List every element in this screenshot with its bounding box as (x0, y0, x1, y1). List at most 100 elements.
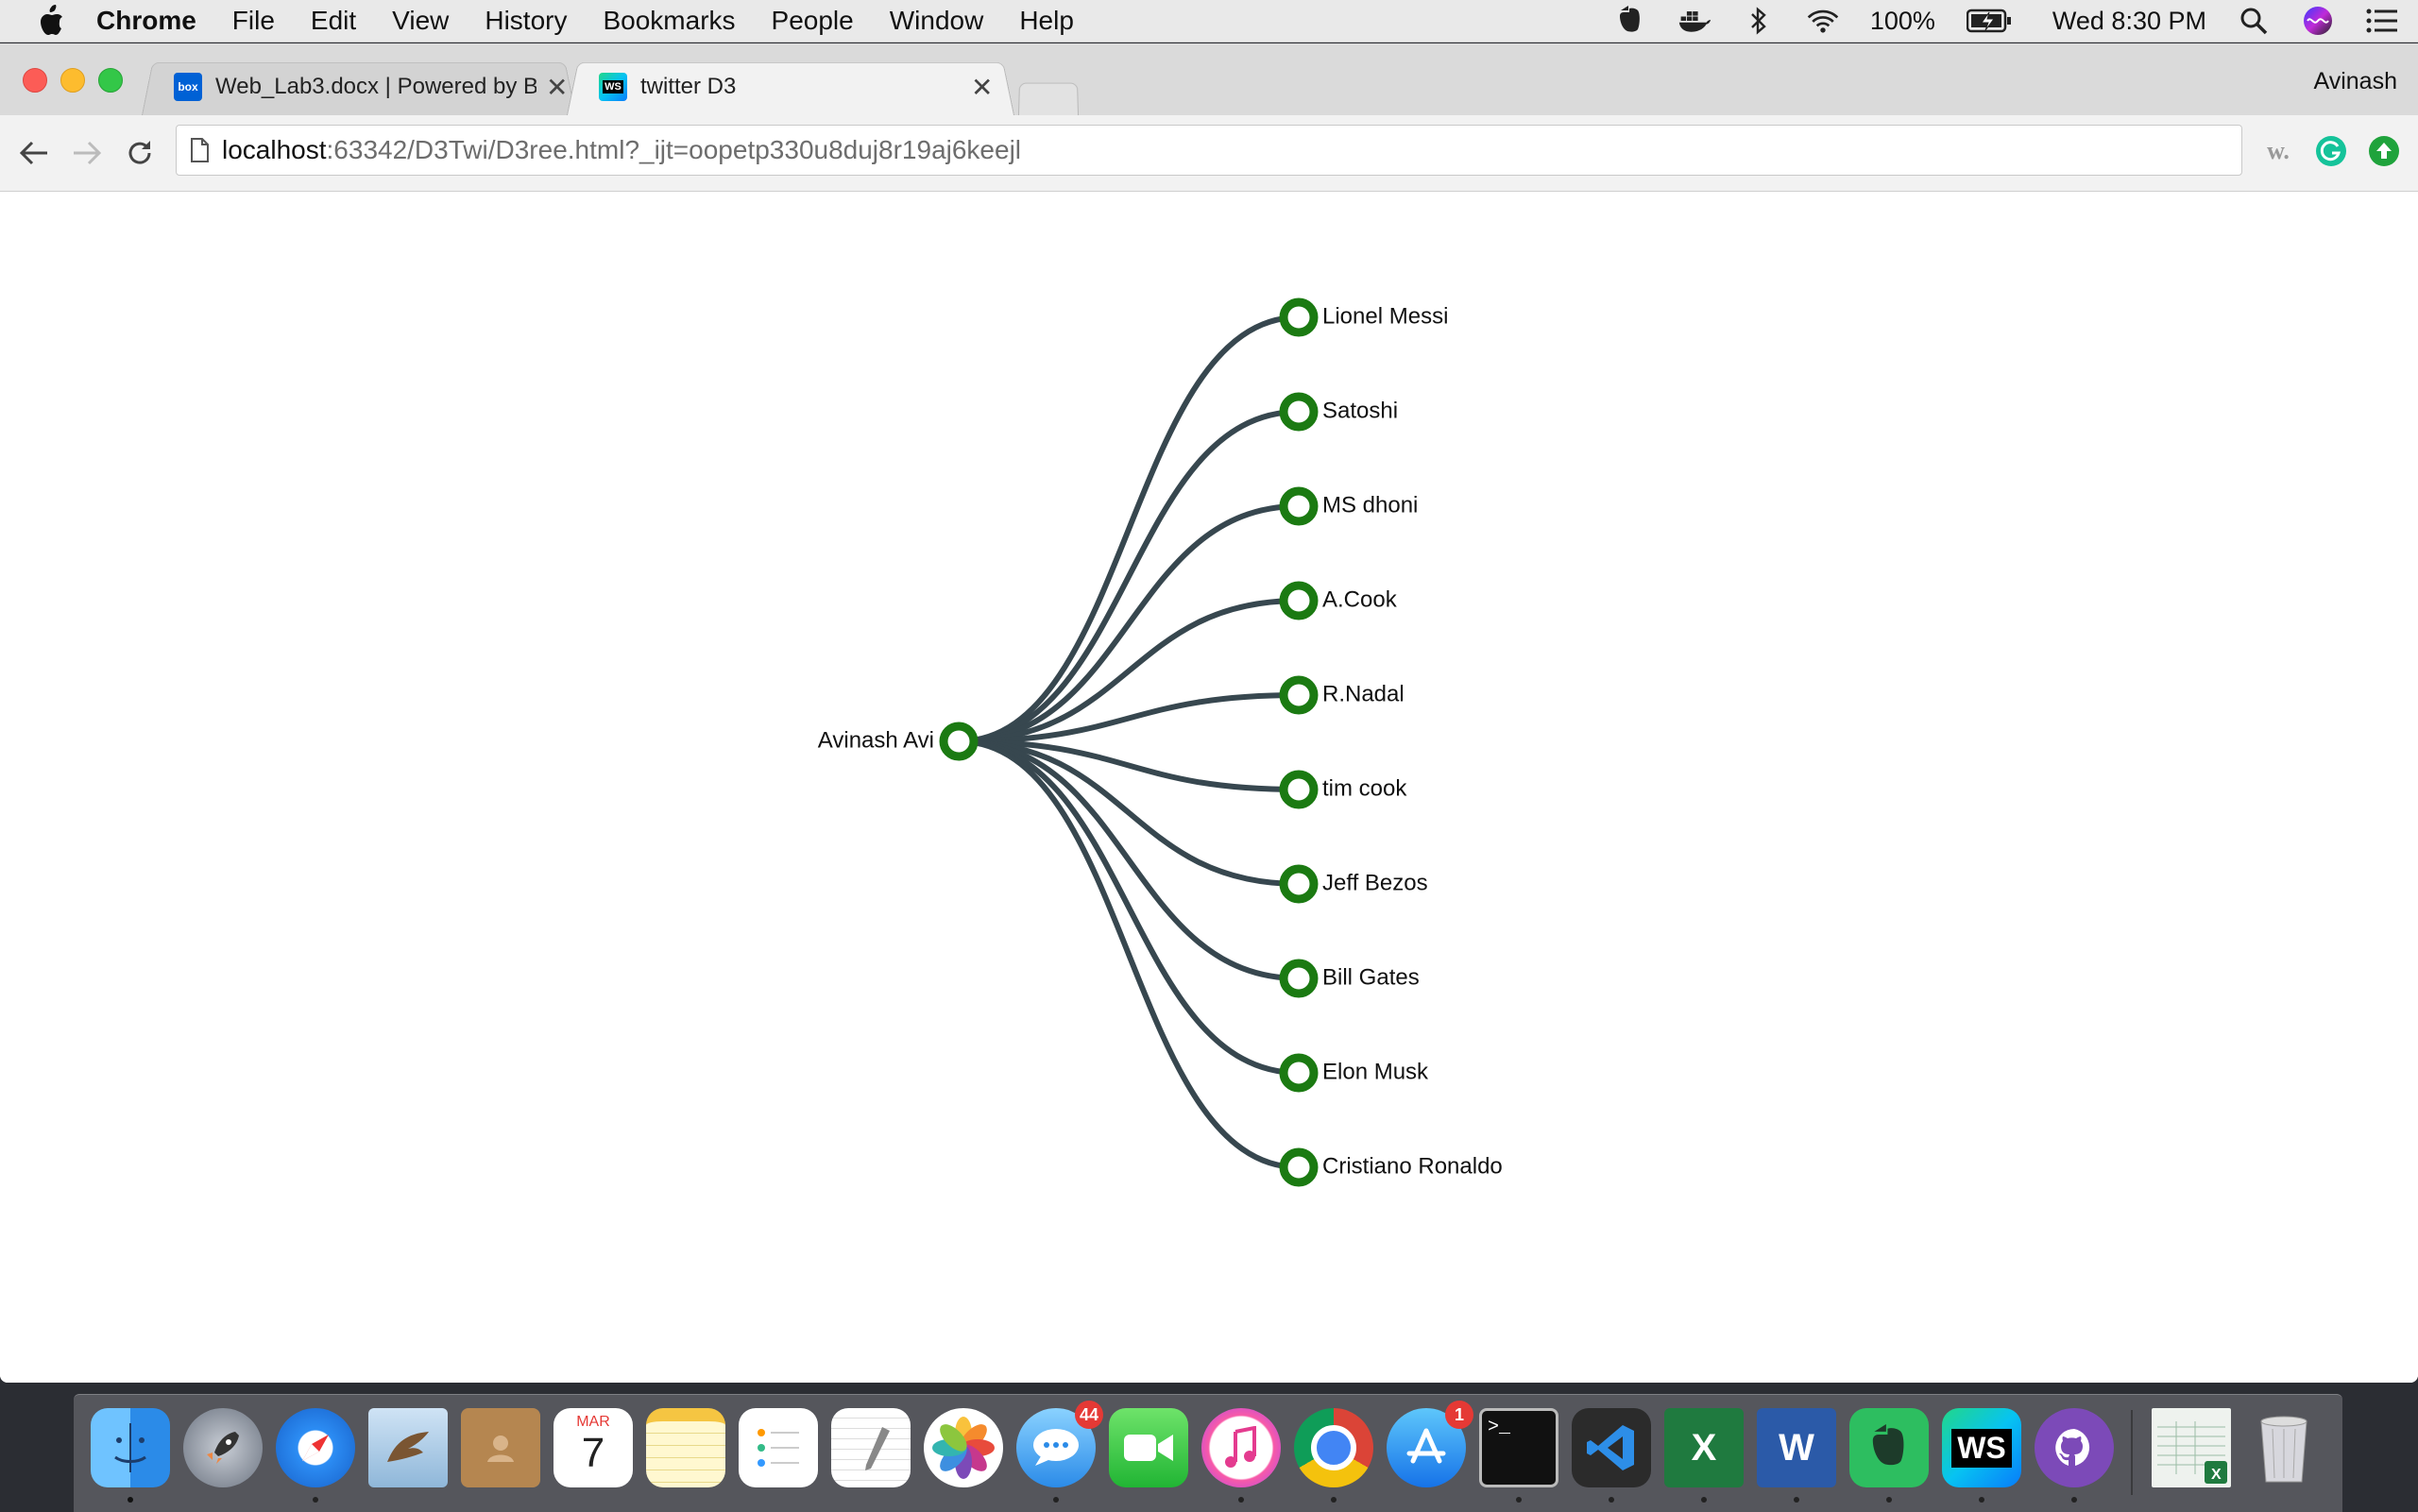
close-window-button[interactable] (23, 68, 47, 93)
node-label: Satoshi (1322, 398, 1398, 423)
menu-people[interactable]: People (772, 6, 854, 36)
apple-menu-icon[interactable] (32, 2, 70, 40)
browser-toolbar: localhost:63342/D3Twi/D3ree.html?_ijt=oo… (0, 115, 2418, 192)
clock[interactable]: Wed 8:30 PM (2052, 7, 2206, 36)
w-extension-icon[interactable]: w. (2259, 134, 2297, 168)
terminal-prompt-icon: >_ (1488, 1417, 1511, 1438)
node-circle[interactable] (1279, 770, 1319, 809)
facetime-icon[interactable] (1109, 1408, 1188, 1487)
github-desktop-icon[interactable] (2035, 1408, 2114, 1503)
photos-icon[interactable] (924, 1408, 1003, 1487)
notes-icon[interactable] (646, 1408, 725, 1487)
finder-icon[interactable] (91, 1408, 170, 1503)
upload-extension-icon[interactable] (2367, 134, 2401, 168)
siri-icon[interactable] (2301, 4, 2335, 38)
tree-node[interactable]: Bill Gates (1279, 959, 1420, 998)
running-indicator (2071, 1497, 2077, 1503)
node-circle[interactable] (1279, 1053, 1319, 1093)
tab-twitter-d3[interactable]: WS twitter D3 ✕ (567, 59, 1014, 115)
tree-node[interactable]: Jeff Bezos (1279, 864, 1428, 904)
node-circle[interactable] (1279, 675, 1319, 715)
trash-icon[interactable] (2244, 1408, 2324, 1487)
textedit-icon[interactable] (831, 1408, 911, 1487)
menu-window[interactable]: Window (890, 6, 984, 36)
node-label: Elon Musk (1322, 1059, 1429, 1084)
docker-icon[interactable] (1677, 4, 1711, 38)
address-bar[interactable]: localhost:63342/D3Twi/D3ree.html?_ijt=oo… (176, 125, 2242, 176)
node-circle[interactable] (939, 722, 979, 761)
tab-close-icon[interactable]: ✕ (546, 72, 568, 103)
node-circle[interactable] (1279, 297, 1319, 337)
safari-icon[interactable] (276, 1408, 355, 1503)
terminal-icon[interactable]: >_ (1479, 1408, 1558, 1503)
tab-title: twitter D3 (640, 74, 737, 99)
tab-web-lab3[interactable]: box Web_Lab3.docx | Powered by Box ✕ (142, 59, 576, 115)
mail-icon[interactable] (368, 1408, 448, 1487)
node-circle[interactable] (1279, 959, 1319, 998)
tab-close-icon[interactable]: ✕ (971, 72, 993, 103)
tab-title: Web_Lab3.docx | Powered by Box (215, 74, 536, 99)
profile-name[interactable]: Avinash (2314, 68, 2398, 95)
box-favicon-icon: box (174, 73, 202, 101)
node-circle[interactable] (1279, 392, 1319, 432)
wifi-icon[interactable] (1806, 4, 1840, 38)
contacts-icon[interactable] (461, 1408, 540, 1487)
new-tab-button[interactable] (1018, 81, 1079, 115)
zoom-window-button[interactable] (98, 68, 123, 93)
tree-node[interactable]: tim cook (1279, 770, 1407, 809)
app-store-icon[interactable]: 1 (1387, 1401, 1473, 1487)
running-indicator (1609, 1497, 1614, 1503)
excel-icon[interactable]: X (1664, 1408, 1744, 1503)
node-circle[interactable] (1279, 1147, 1319, 1187)
node-label: MS dhoni (1322, 492, 1418, 518)
word-icon[interactable]: W (1757, 1408, 1836, 1503)
url-host: localhost (222, 135, 327, 164)
tree-node[interactable]: MS dhoni (1279, 486, 1418, 526)
grammarly-icon[interactable] (2314, 134, 2348, 168)
menu-bookmarks[interactable]: Bookmarks (603, 6, 735, 36)
tree-node[interactable]: A.Cook (1279, 581, 1398, 620)
node-circle[interactable] (1279, 486, 1319, 526)
calendar-icon[interactable]: MAR 7 (553, 1408, 633, 1487)
evernote-icon[interactable] (1613, 4, 1647, 38)
notification-center-icon[interactable] (2365, 4, 2399, 38)
chrome-icon[interactable] (1294, 1408, 1373, 1503)
menu-view[interactable]: View (392, 6, 449, 36)
url-path: :63342/D3Twi/D3ree.html?_ijt=oopetp330u8… (326, 135, 1022, 164)
tree-links (958, 314, 1300, 1170)
menu-help[interactable]: Help (1019, 6, 1074, 36)
itunes-icon[interactable] (1201, 1408, 1281, 1503)
tree-node[interactable]: Satoshi (1279, 392, 1398, 432)
page-info-icon[interactable] (190, 138, 209, 162)
node-circle[interactable] (1279, 864, 1319, 904)
menu-file[interactable]: File (232, 6, 275, 36)
running-indicator (1794, 1497, 1799, 1503)
tree-node[interactable]: Elon Musk (1279, 1053, 1429, 1093)
spotlight-search-icon[interactable] (2237, 4, 2271, 38)
running-indicator (1979, 1497, 1984, 1503)
tree-node[interactable]: R.Nadal (1279, 675, 1405, 715)
launchpad-icon[interactable] (183, 1408, 263, 1487)
tree-node-root[interactable]: Avinash Avi (818, 722, 979, 761)
reload-button[interactable] (119, 132, 161, 174)
node-circle[interactable] (1279, 581, 1319, 620)
forward-button[interactable] (66, 132, 108, 174)
menu-edit[interactable]: Edit (311, 6, 356, 36)
messages-icon[interactable]: 44 (1016, 1401, 1103, 1503)
tree-diagram: Avinash Avi Lionel Messi Satoshi MS dhoni A.… (818, 297, 1503, 1187)
vscode-icon[interactable] (1572, 1408, 1651, 1503)
back-button[interactable] (13, 132, 55, 174)
menu-chrome[interactable]: Chrome (96, 6, 196, 36)
tree-node[interactable]: Lionel Messi (1279, 297, 1448, 337)
tree-node[interactable]: Cristiano Ronaldo (1279, 1147, 1503, 1187)
battery-icon[interactable] (1966, 4, 2013, 38)
reminders-icon[interactable] (739, 1408, 818, 1487)
menu-history[interactable]: History (485, 6, 567, 36)
excel-letter-icon: X (1691, 1426, 1717, 1469)
evernote-dock-icon[interactable] (1849, 1408, 1929, 1503)
new-tab-shape (1018, 82, 1079, 115)
minimize-window-button[interactable] (60, 68, 85, 93)
webstorm-icon[interactable]: WS (1942, 1408, 2021, 1503)
bluetooth-icon[interactable] (1742, 4, 1776, 38)
excel-document-icon[interactable]: X (2152, 1408, 2231, 1487)
